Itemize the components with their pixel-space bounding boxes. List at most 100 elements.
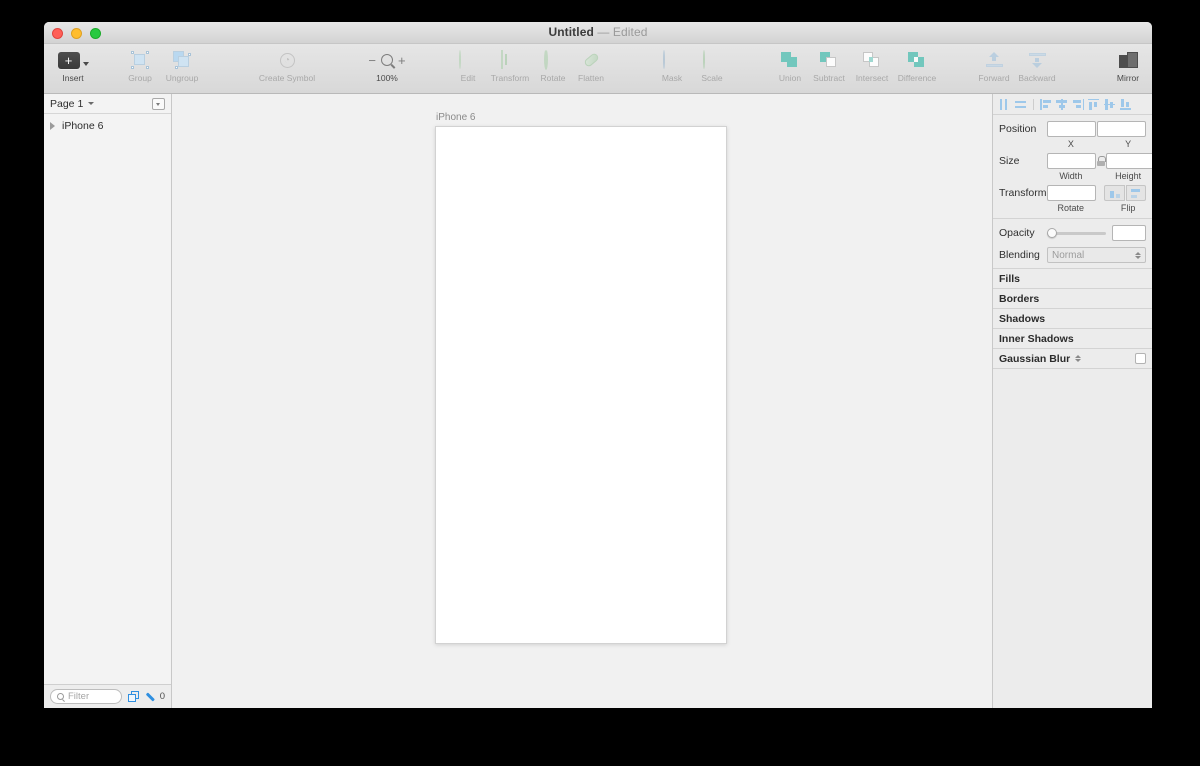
size-sublabels: Width Height [993, 171, 1152, 181]
add-page-icon[interactable] [152, 97, 165, 110]
size-width-input[interactable] [1047, 153, 1096, 169]
toolbar-zoom-control[interactable]: − + 100% [360, 44, 414, 84]
flip-horizontal-button[interactable] [1104, 185, 1125, 201]
pen-tool-control[interactable]: 0 [146, 691, 165, 703]
size-row: Size [993, 153, 1152, 169]
inspector-empty-area [993, 369, 1152, 708]
toolbar-button-mask[interactable]: Mask [654, 44, 690, 83]
inner-shadows-title: Inner Shadows [999, 332, 1074, 345]
toolbar-button-union[interactable]: Union [772, 44, 808, 83]
toolbar-label-union: Union [778, 73, 802, 83]
search-icon [57, 693, 64, 700]
toolbar-button-edit[interactable]: Edit [450, 44, 486, 83]
section-header-borders[interactable]: Borders [993, 289, 1152, 309]
position-y-input[interactable] [1097, 121, 1146, 137]
toolbar-label-mask: Mask [661, 73, 683, 83]
flip-vertical-icon [1130, 188, 1141, 198]
position-x-input[interactable] [1047, 121, 1096, 137]
page-selector[interactable]: Page 1 [44, 94, 171, 114]
toolbar-button-insert[interactable]: + Insert [52, 44, 94, 83]
toolbar-button-forward[interactable]: Forward [974, 44, 1014, 83]
section-header-gaussian-blur[interactable]: Gaussian Blur [993, 349, 1152, 369]
transform-icon [501, 49, 519, 71]
align-bottom-icon[interactable] [1120, 98, 1132, 110]
flip-horizontal-icon [1109, 189, 1120, 198]
toolbar-label-mirror: Mirror [1116, 73, 1140, 83]
size-height-input[interactable] [1106, 153, 1152, 169]
toolbar-label-intersect: Intersect [855, 73, 889, 83]
toolbar-button-rotate[interactable]: Rotate [534, 44, 572, 83]
align-middle-icon[interactable] [1104, 98, 1116, 110]
flatten-icon [582, 49, 600, 71]
alignment-toolbar [993, 94, 1152, 115]
gaussian-blur-checkbox[interactable] [1135, 353, 1146, 364]
mask-icon [663, 49, 681, 71]
filter-input[interactable]: Filter [50, 689, 122, 704]
toolbar-button-flatten[interactable]: Flatten [572, 44, 610, 83]
rotate-input[interactable] [1047, 185, 1096, 201]
document-edited-status: — Edited [597, 25, 648, 39]
list-item[interactable]: iPhone 6 [44, 117, 171, 135]
position-sublabels: X Y [993, 139, 1152, 149]
toolbar-button-transform[interactable]: Transform [486, 44, 534, 83]
toolbar-button-intersect[interactable]: Intersect [850, 44, 894, 83]
scale-icon [703, 49, 721, 71]
size-height-label: Height [1115, 171, 1142, 181]
zoom-level-label: 100% [376, 73, 398, 83]
chevron-down-icon [88, 102, 95, 105]
zoom-in-button[interactable]: + [398, 54, 406, 67]
section-header-shadows[interactable]: Shadows [993, 309, 1152, 329]
toolbar-button-subtract[interactable]: Subtract [808, 44, 850, 83]
distribute-horizontal-icon[interactable] [999, 98, 1011, 110]
position-row: Position [993, 121, 1152, 137]
create-symbol-icon: ◔ [279, 49, 295, 71]
layers-icon[interactable] [127, 690, 140, 703]
flip-buttons [1104, 185, 1146, 201]
lock-aspect-ratio-icon[interactable] [1097, 156, 1106, 166]
align-center-icon[interactable] [1056, 98, 1068, 110]
title-bar: Untitled — Edited [44, 22, 1152, 44]
magnifier-icon[interactable] [381, 54, 393, 66]
section-header-fills[interactable]: Fills [993, 269, 1152, 289]
borders-title: Borders [999, 292, 1040, 305]
layer-name-label: iPhone 6 [62, 120, 104, 132]
toolbar-label-difference: Difference [897, 73, 937, 83]
position-y-label: Y [1125, 139, 1132, 149]
blending-value: Normal [1052, 249, 1085, 261]
opacity-slider-handle[interactable] [1047, 228, 1057, 238]
zoom-out-button[interactable]: − [368, 54, 376, 67]
pen-icon[interactable] [146, 691, 158, 703]
flip-vertical-button[interactable] [1125, 185, 1146, 201]
toolbar-label-insert: Insert [62, 73, 84, 83]
toolbar-button-create-symbol[interactable]: ◔ Create Symbol [254, 44, 320, 83]
canvas-area[interactable]: iPhone 6 [172, 94, 992, 708]
bring-forward-icon [985, 49, 1003, 71]
toolbar-label-forward: Forward [978, 73, 1010, 83]
blur-type-stepper-icon[interactable] [1075, 355, 1082, 362]
stepper-icon[interactable] [1135, 251, 1141, 259]
align-left-icon[interactable] [1040, 98, 1052, 110]
artboard-iphone-6[interactable] [435, 126, 727, 644]
toolbar-label-edit: Edit [460, 73, 476, 83]
shadows-title: Shadows [999, 312, 1046, 325]
toolbar-label-group: Group [128, 73, 152, 83]
toolbar-button-difference[interactable]: Difference [894, 44, 940, 83]
toolbar-button-mirror[interactable]: Mirror [1108, 44, 1148, 83]
blending-select[interactable]: Normal [1047, 247, 1146, 263]
distribute-vertical-icon[interactable] [1015, 99, 1027, 110]
disclosure-triangle-icon[interactable] [50, 122, 55, 130]
opacity-input[interactable] [1112, 225, 1146, 241]
opacity-slider[interactable] [1047, 228, 1106, 238]
main-toolbar: + Insert Group Ungroup ◔ Create Symbol −… [44, 44, 1152, 94]
artboard-label[interactable]: iPhone 6 [436, 112, 475, 123]
toolbar-button-backward[interactable]: Backward [1014, 44, 1060, 83]
align-top-icon[interactable] [1088, 98, 1100, 110]
align-right-icon[interactable] [1072, 98, 1084, 110]
toolbar-button-group[interactable]: Group [122, 44, 158, 83]
toolbar-label-subtract: Subtract [813, 73, 845, 83]
toolbar-button-scale[interactable]: Scale [694, 44, 730, 83]
toolbar-button-ungroup[interactable]: Ungroup [164, 44, 200, 83]
window-title: Untitled — Edited [44, 25, 1152, 39]
toolbar-label-flatten: Flatten [578, 73, 604, 83]
section-header-inner-shadows[interactable]: Inner Shadows [993, 329, 1152, 349]
